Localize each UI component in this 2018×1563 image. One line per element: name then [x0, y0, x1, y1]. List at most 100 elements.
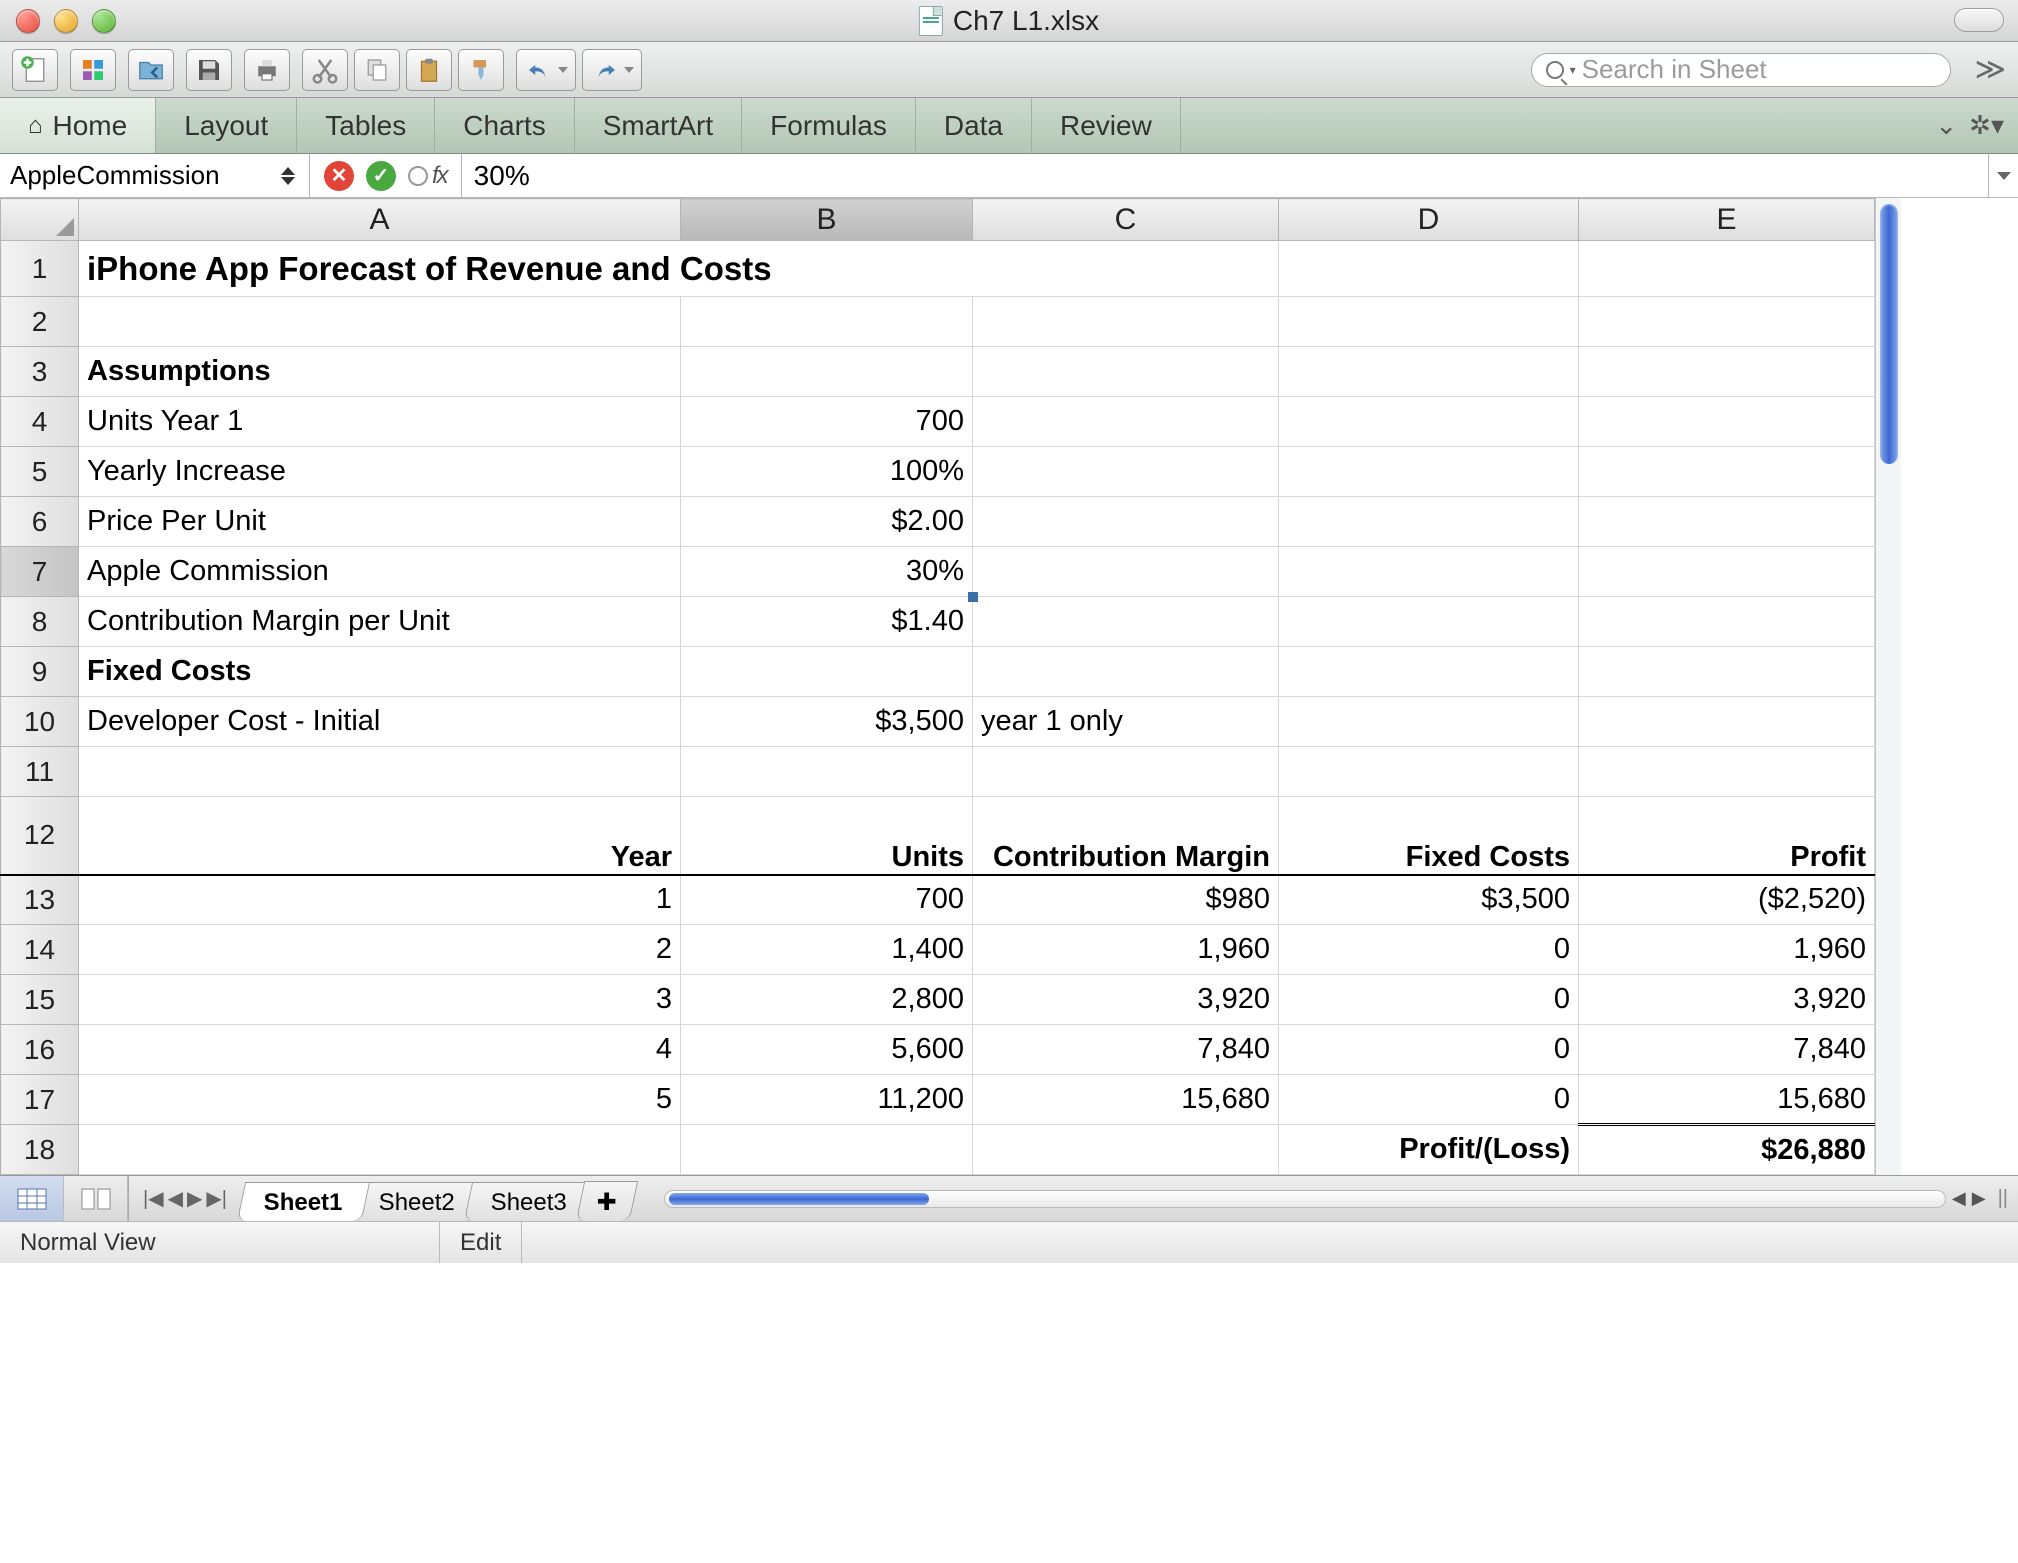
search-box[interactable]: ▾ Search in Sheet [1531, 53, 1951, 87]
tab-layout[interactable]: Layout [156, 98, 297, 153]
copy-button[interactable] [354, 49, 400, 91]
cell-B2[interactable] [681, 297, 973, 347]
cut-button[interactable] [302, 49, 348, 91]
close-window-button[interactable] [16, 9, 40, 33]
cell-B18[interactable] [681, 1125, 973, 1175]
ribbon-settings-icon[interactable]: ✲▾ [1969, 110, 2004, 141]
column-header-B[interactable]: B [681, 199, 973, 241]
row-header-6[interactable]: 6 [1, 497, 79, 547]
cell-C18[interactable] [973, 1125, 1279, 1175]
cell-C14[interactable]: 1,960 [973, 925, 1279, 975]
cell-C6[interactable] [973, 497, 1279, 547]
accept-formula-button[interactable]: ✓ [366, 161, 396, 191]
tab-data[interactable]: Data [916, 98, 1032, 153]
cell-A18[interactable] [79, 1125, 681, 1175]
row-header-4[interactable]: 4 [1, 397, 79, 447]
column-header-D[interactable]: D [1279, 199, 1579, 241]
tab-charts[interactable]: Charts [435, 98, 574, 153]
cancel-formula-button[interactable]: ✕ [324, 161, 354, 191]
cell-B17[interactable]: 11,200 [681, 1075, 973, 1125]
row-header-17[interactable]: 17 [1, 1075, 79, 1125]
horizontal-scrollbar[interactable]: ◀ ▶ || [664, 1187, 2018, 1210]
tab-review[interactable]: Review [1032, 98, 1181, 153]
cell-A2[interactable] [79, 297, 681, 347]
cell-B13[interactable]: 700 [681, 875, 973, 925]
cell-E17[interactable]: 15,680 [1579, 1075, 1875, 1125]
cell-D4[interactable] [1279, 397, 1579, 447]
cell-A8[interactable]: Contribution Margin per Unit [79, 597, 681, 647]
row-header-9[interactable]: 9 [1, 647, 79, 697]
cell-D16[interactable]: 0 [1279, 1025, 1579, 1075]
cell-E10[interactable] [1579, 697, 1875, 747]
row-header-7[interactable]: 7 [1, 547, 79, 597]
cell-D2[interactable] [1279, 297, 1579, 347]
cell-E1[interactable] [1579, 241, 1875, 297]
cell-D11[interactable] [1279, 747, 1579, 797]
cell-B12[interactable]: Units [681, 797, 973, 875]
column-header-E[interactable]: E [1579, 199, 1875, 241]
cell-C2[interactable] [973, 297, 1279, 347]
tab-smartart[interactable]: SmartArt [575, 98, 742, 153]
sheet-nav-last[interactable]: ▶| [206, 1186, 227, 1211]
cell-D18[interactable]: Profit/(Loss) [1279, 1125, 1579, 1175]
cell-A11[interactable] [79, 747, 681, 797]
row-header-10[interactable]: 10 [1, 697, 79, 747]
cell-C4[interactable] [973, 397, 1279, 447]
row-header-13[interactable]: 13 [1, 875, 79, 925]
row-header-15[interactable]: 15 [1, 975, 79, 1025]
cell-B5[interactable]: 100% [681, 447, 973, 497]
cell-E16[interactable]: 7,840 [1579, 1025, 1875, 1075]
cell-E8[interactable] [1579, 597, 1875, 647]
cell-A9[interactable]: Fixed Costs [79, 647, 681, 697]
cell-E14[interactable]: 1,960 [1579, 925, 1875, 975]
sheet-nav-prev[interactable]: ◀ [168, 1186, 183, 1211]
paste-button[interactable] [406, 49, 452, 91]
cell-A5[interactable]: Yearly Increase [79, 447, 681, 497]
cell-E11[interactable] [1579, 747, 1875, 797]
sheet-tab-3[interactable]: Sheet3 [464, 1182, 594, 1221]
cell-B9[interactable] [681, 647, 973, 697]
row-header-12[interactable]: 12 [1, 797, 79, 875]
cell-C3[interactable] [973, 347, 1279, 397]
cell-A1[interactable]: iPhone App Forecast of Revenue and Costs [79, 241, 1279, 297]
cell-D12[interactable]: Fixed Costs [1279, 797, 1579, 875]
zoom-window-button[interactable] [92, 9, 116, 33]
horizontal-scroll-thumb[interactable] [669, 1193, 929, 1205]
cell-A10[interactable]: Developer Cost - Initial [79, 697, 681, 747]
spreadsheet-grid[interactable]: ABCDE 1 iPhone App Forecast of Revenue and… [0, 198, 1875, 1175]
row-header-18[interactable]: 18 [1, 1125, 79, 1175]
cell-E18[interactable]: $26,880 [1579, 1125, 1875, 1175]
open-button[interactable] [128, 49, 174, 91]
cell-A15[interactable]: 3 [79, 975, 681, 1025]
undo-button[interactable] [516, 49, 576, 91]
cell-C12[interactable]: Contribution Margin [973, 797, 1279, 875]
cell-E4[interactable] [1579, 397, 1875, 447]
print-button[interactable] [244, 49, 290, 91]
cell-B16[interactable]: 5,600 [681, 1025, 973, 1075]
cell-C5[interactable] [973, 447, 1279, 497]
cell-D3[interactable] [1279, 347, 1579, 397]
cell-B6[interactable]: $2.00 [681, 497, 973, 547]
format-painter-button[interactable] [458, 49, 504, 91]
cell-B4[interactable]: 700 [681, 397, 973, 447]
column-header-A[interactable]: A [79, 199, 681, 241]
tab-home[interactable]: ⌂Home [0, 98, 156, 153]
vertical-scroll-thumb[interactable] [1880, 204, 1898, 464]
row-header-16[interactable]: 16 [1, 1025, 79, 1075]
cell-A3[interactable]: Assumptions [79, 347, 681, 397]
formula-bar-expand[interactable] [1988, 154, 2018, 197]
name-box-stepper[interactable] [281, 167, 299, 185]
cell-C16[interactable]: 7,840 [973, 1025, 1279, 1075]
cell-D15[interactable]: 0 [1279, 975, 1579, 1025]
scroll-right-button[interactable]: ▶ [1972, 1188, 1986, 1209]
row-header-11[interactable]: 11 [1, 747, 79, 797]
new-workbook-button[interactable] [12, 49, 58, 91]
cell-D17[interactable]: 0 [1279, 1075, 1579, 1125]
cell-D6[interactable] [1279, 497, 1579, 547]
sheet-nav-next[interactable]: ▶ [187, 1186, 202, 1211]
cell-A13[interactable]: 1 [79, 875, 681, 925]
minimize-window-button[interactable] [54, 9, 78, 33]
column-header-C[interactable]: C [973, 199, 1279, 241]
cell-E5[interactable] [1579, 447, 1875, 497]
cell-A6[interactable]: Price Per Unit [79, 497, 681, 547]
